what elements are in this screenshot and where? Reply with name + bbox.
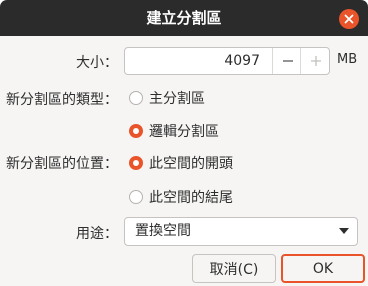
radio-logical-partition[interactable]: 邏輯分割區 bbox=[129, 121, 219, 141]
ok-button[interactable]: OK bbox=[281, 254, 365, 283]
size-label: 大小： bbox=[76, 55, 118, 71]
minus-icon bbox=[282, 60, 293, 62]
create-partition-dialog: 建立分割區 大小： 4097 MB 新分割區的類型： 主分割區 邏輯分割區 新分… bbox=[0, 0, 368, 286]
radio-circle-selected bbox=[129, 124, 143, 138]
size-input[interactable]: 4097 bbox=[125, 48, 260, 74]
size-spinbutton[interactable]: 4097 bbox=[124, 47, 330, 75]
titlebar: 建立分割區 bbox=[0, 0, 368, 36]
radio-circle bbox=[129, 190, 143, 204]
cancel-button[interactable]: 取消(C) bbox=[192, 254, 276, 283]
radio-circle bbox=[129, 91, 143, 105]
size-unit: MB bbox=[337, 52, 358, 67]
decrease-button[interactable] bbox=[272, 48, 302, 74]
radio-end-of-space[interactable]: 此空間的結尾 bbox=[129, 187, 233, 207]
dialog-title: 建立分割區 bbox=[146, 9, 222, 27]
close-icon bbox=[344, 14, 354, 24]
use-as-label: 用途： bbox=[76, 226, 118, 242]
location-label: 新分割區的位置： bbox=[6, 156, 118, 172]
partition-type-label: 新分割區的類型： bbox=[6, 92, 118, 108]
plus-icon bbox=[310, 56, 321, 66]
use-as-selected-value: 置換空間 bbox=[135, 223, 191, 239]
close-button[interactable] bbox=[339, 9, 359, 29]
radio-label: 此空間的結尾 bbox=[149, 190, 233, 206]
radio-label: 邏輯分割區 bbox=[149, 124, 219, 140]
radio-label: 主分割區 bbox=[149, 91, 205, 107]
use-as-combobox[interactable]: 置換空間 bbox=[124, 217, 358, 246]
dropdown-arrow-icon bbox=[339, 228, 349, 234]
radio-circle-selected bbox=[129, 156, 143, 170]
radio-label: 此空間的開頭 bbox=[149, 156, 233, 172]
radio-primary-partition[interactable]: 主分割區 bbox=[129, 88, 205, 108]
radio-beginning-of-space[interactable]: 此空間的開頭 bbox=[129, 153, 233, 173]
increase-button[interactable] bbox=[300, 48, 330, 74]
